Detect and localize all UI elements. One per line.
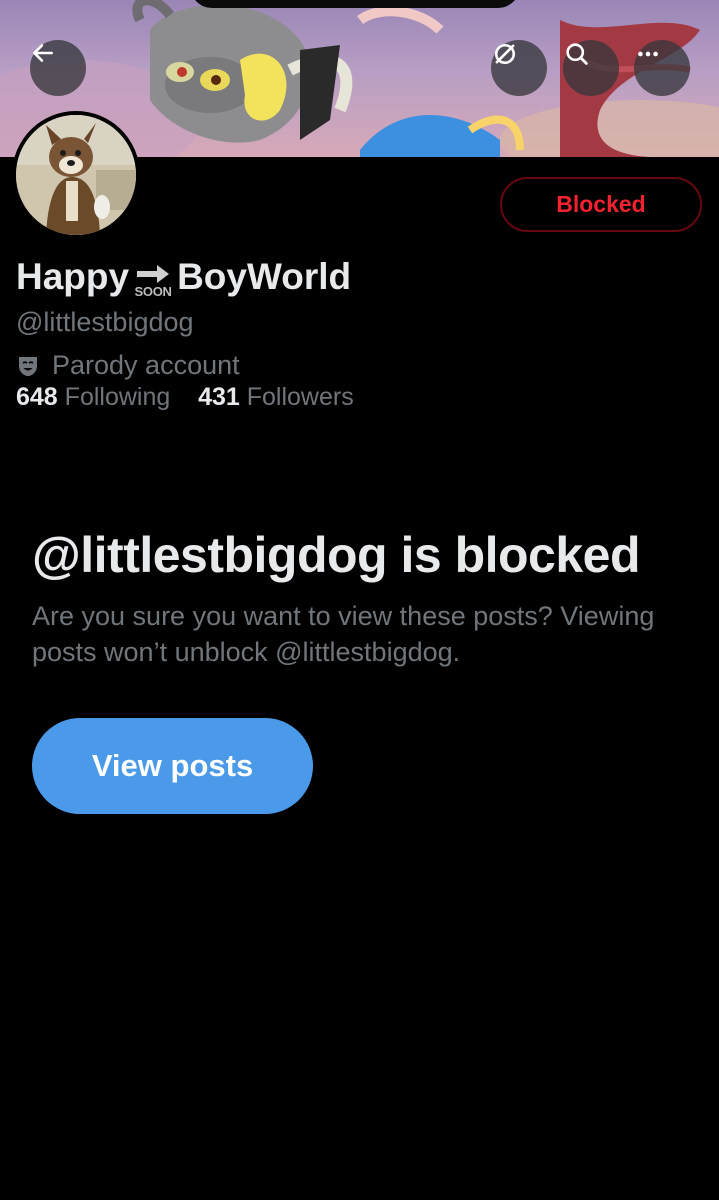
display-name-part-1: Happy xyxy=(16,256,130,297)
soon-arrow-icon xyxy=(137,265,170,283)
theater-masks-icon xyxy=(16,354,40,378)
phone-notch xyxy=(190,0,520,8)
search-button[interactable] xyxy=(563,40,619,96)
blocked-title: @littlestbigdog is blocked xyxy=(32,527,641,583)
blocked-button[interactable]: Blocked xyxy=(500,177,702,232)
followers-label: Followers xyxy=(246,383,354,411)
following-label: Following xyxy=(64,383,171,411)
blocked-description: Are you sure you want to view these post… xyxy=(32,601,655,667)
following-link[interactable]: 648 Following xyxy=(16,383,170,411)
more-button[interactable] xyxy=(634,40,690,96)
soon-emoji-text: SOON xyxy=(134,284,172,299)
back-button[interactable] xyxy=(30,40,86,96)
profile-handle: @littlestbigdog xyxy=(16,307,194,337)
followers-link[interactable]: 431 Followers xyxy=(198,383,354,411)
avatar-image xyxy=(16,115,136,235)
display-name: Happy SOON BoyWorld xyxy=(16,256,351,298)
avatar[interactable] xyxy=(12,111,140,239)
view-posts-button[interactable]: View posts xyxy=(32,718,313,814)
followers-count: 431 xyxy=(198,383,240,411)
parody-text: Parody account xyxy=(52,350,240,380)
display-name-part-2: BoyWorld xyxy=(177,256,352,297)
following-count: 648 xyxy=(16,383,58,411)
follow-stats: 648 Following 431 Followers xyxy=(16,383,354,412)
soon-arrow-emoji: SOON xyxy=(133,256,173,298)
parody-label: Parody account xyxy=(16,350,240,381)
grok-button[interactable] xyxy=(491,40,547,96)
